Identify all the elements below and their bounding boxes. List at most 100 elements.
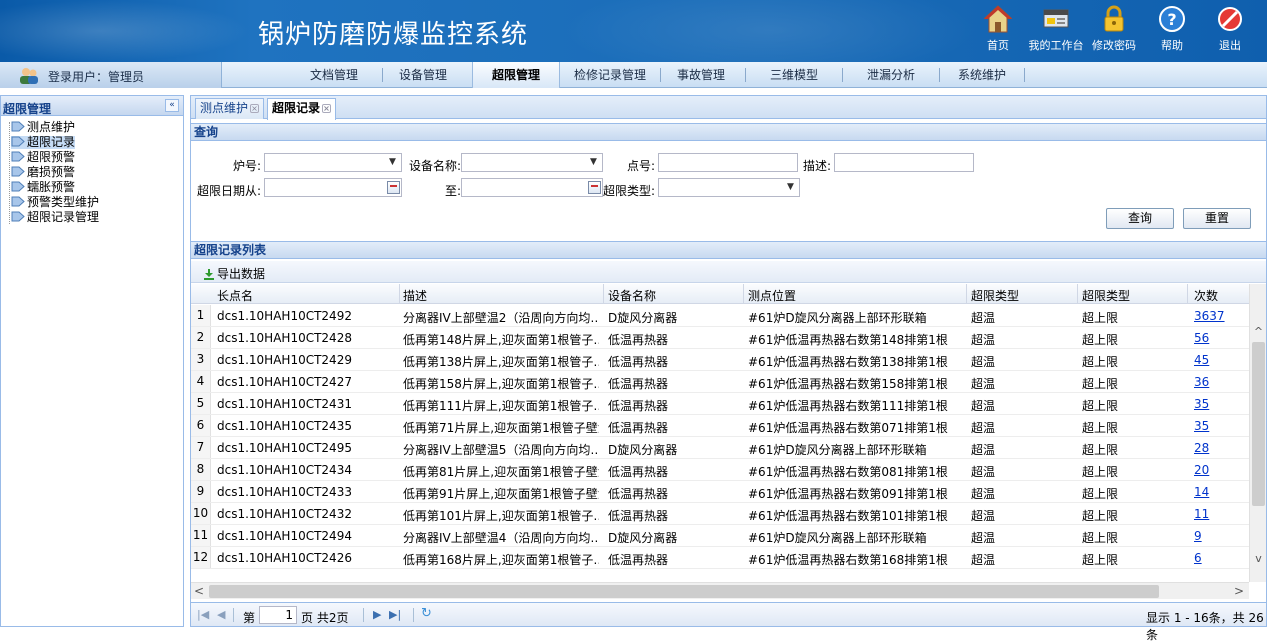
count-link[interactable]: 36 bbox=[1194, 375, 1209, 389]
overlimit-type-cell: 超温 bbox=[971, 509, 996, 523]
long-point-name-cell: dcs1.10HAH10CT2432 bbox=[217, 507, 352, 521]
nav-item-leak-analysis[interactable]: 泄漏分析 bbox=[843, 62, 939, 88]
nav-item-documents[interactable]: 文档管理 bbox=[286, 62, 382, 88]
type-select[interactable]: ▼ bbox=[658, 178, 800, 197]
chevron-down-icon[interactable]: ▼ bbox=[384, 154, 401, 171]
exit-button[interactable]: 退出 bbox=[1202, 4, 1258, 58]
point-label: 点号: bbox=[626, 159, 655, 173]
chevron-right-icon[interactable]: > bbox=[1231, 583, 1247, 600]
date-from-input[interactable] bbox=[264, 178, 402, 197]
table-row[interactable]: 12 dcs1.10HAH10CT2426 低再第168片屏上,迎灰面第1根管子… 低… bbox=[191, 547, 1249, 569]
sidebar-item-label: 测点维护 bbox=[27, 120, 76, 134]
calendar-icon[interactable] bbox=[387, 181, 400, 194]
change-password-label: 修改密码 bbox=[1092, 39, 1136, 52]
sidebar-item-record-management[interactable]: 超限记录管理 bbox=[11, 211, 99, 224]
tab-point-maintenance[interactable]: 测点维护 × bbox=[195, 98, 265, 119]
workbench-button[interactable]: 我的工作台 bbox=[1028, 4, 1084, 58]
date-to-input[interactable] bbox=[461, 178, 603, 197]
sidebar-item-wear-warning[interactable]: 磨损预警 bbox=[11, 166, 75, 179]
column-header[interactable]: 超限类型 bbox=[971, 287, 1019, 304]
scroll-thumb[interactable] bbox=[1252, 342, 1265, 506]
count-link[interactable]: 56 bbox=[1194, 331, 1209, 345]
device-name-cell: D旋风分离器 bbox=[608, 311, 678, 325]
column-header[interactable]: 测点位置 bbox=[748, 287, 796, 304]
user-icon bbox=[20, 68, 38, 84]
close-icon[interactable]: × bbox=[250, 104, 260, 113]
row-number: 4 bbox=[191, 371, 211, 392]
table-row[interactable]: 8 dcs1.10HAH10CT2434 低再第81片屏上,迎灰面第1根管子壁温 低温… bbox=[191, 459, 1249, 481]
chevron-down-icon[interactable]: ▼ bbox=[782, 179, 799, 196]
column-header[interactable]: 描述 bbox=[403, 287, 427, 304]
help-button[interactable]: ? 帮助 bbox=[1144, 4, 1200, 58]
chevron-down-icon[interactable]: v bbox=[1250, 551, 1266, 567]
column-header[interactable]: 长点名 bbox=[217, 287, 253, 304]
description-cell: 低再第91片屏上,迎灰面第1根管子壁温 bbox=[403, 487, 599, 501]
last-page-icon[interactable]: ▶| bbox=[389, 608, 401, 621]
table-row[interactable]: 6 dcs1.10HAH10CT2435 低再第71片屏上,迎灰面第1根管子壁温 低温… bbox=[191, 415, 1249, 437]
vertical-scrollbar[interactable]: ^ v bbox=[1249, 284, 1266, 582]
count-link[interactable]: 45 bbox=[1194, 353, 1209, 367]
count-link[interactable]: 9 bbox=[1194, 529, 1202, 543]
count-link[interactable]: 14 bbox=[1194, 485, 1209, 499]
change-password-button[interactable]: 修改密码 bbox=[1086, 4, 1142, 58]
column-header[interactable]: 超限类型 bbox=[1082, 287, 1130, 304]
nav-item-overlimit[interactable]: 超限管理 bbox=[472, 62, 560, 88]
furnace-select[interactable]: ▼ bbox=[264, 153, 402, 172]
row-number: 11 bbox=[191, 525, 211, 546]
table-row[interactable]: 9 dcs1.10HAH10CT2433 低再第91片屏上,迎灰面第1根管子壁温 低温… bbox=[191, 481, 1249, 503]
sidebar-item-point-maintenance[interactable]: 测点维护 bbox=[11, 121, 75, 134]
chevron-down-icon[interactable]: ▼ bbox=[585, 154, 602, 171]
count-link[interactable]: 11 bbox=[1194, 507, 1209, 521]
refresh-icon[interactable]: ↻ bbox=[421, 606, 432, 621]
desc-input[interactable] bbox=[834, 153, 974, 172]
reset-button[interactable]: 重置 bbox=[1183, 208, 1251, 229]
page-input[interactable]: 1 bbox=[259, 606, 297, 624]
chevron-left-icon[interactable]: < bbox=[191, 583, 207, 600]
count-link[interactable]: 3637 bbox=[1194, 309, 1225, 323]
collapse-sidebar-button[interactable]: « bbox=[165, 99, 179, 112]
column-header[interactable]: 设备名称 bbox=[608, 287, 656, 304]
sidebar-item-creep-warning[interactable]: 蠕胀预警 bbox=[11, 181, 75, 194]
column-header[interactable]: 次数 bbox=[1194, 287, 1218, 304]
sidebar-item-overlimit-records[interactable]: 超限记录 bbox=[11, 136, 76, 149]
sidebar-item-overlimit-warning[interactable]: 超限预警 bbox=[11, 151, 75, 164]
scroll-thumb[interactable] bbox=[209, 585, 1159, 598]
prev-page-icon[interactable]: ◀ bbox=[217, 608, 225, 621]
count-link[interactable]: 20 bbox=[1194, 463, 1209, 477]
chevron-up-icon[interactable]: ^ bbox=[1250, 324, 1266, 340]
table-row[interactable]: 10 dcs1.10HAH10CT2432 低再第101片屏上,迎灰面第1根管子… 低… bbox=[191, 503, 1249, 525]
close-icon[interactable]: × bbox=[322, 104, 332, 113]
column-divider bbox=[603, 284, 604, 304]
tab-overlimit-records[interactable]: 超限记录 × bbox=[267, 98, 337, 120]
table-row[interactable]: 5 dcs1.10HAH10CT2431 低再第111片屏上,迎灰面第1根管子… 低温… bbox=[191, 393, 1249, 415]
nav-item-maintenance[interactable]: 检修记录管理 bbox=[560, 62, 660, 88]
point-input[interactable] bbox=[658, 153, 798, 172]
export-label: 导出数据 bbox=[217, 267, 266, 281]
desc-label: 描述: bbox=[802, 159, 831, 173]
long-point-name-cell: dcs1.10HAH10CT2434 bbox=[217, 463, 352, 477]
nav-item-system[interactable]: 系统维护 bbox=[940, 62, 1024, 88]
nav-item-accidents[interactable]: 事故管理 bbox=[661, 62, 741, 88]
count-cell: 45 bbox=[1194, 353, 1244, 367]
nav-item-3d-model[interactable]: 三维模型 bbox=[746, 62, 842, 88]
next-page-icon[interactable]: ▶ bbox=[373, 608, 381, 621]
count-link[interactable]: 35 bbox=[1194, 397, 1209, 411]
table-row[interactable]: 7 dcs1.10HAH10CT2495 分离器IV上部壁温5（沿周向方向均… D旋风… bbox=[191, 437, 1249, 459]
count-link[interactable]: 35 bbox=[1194, 419, 1209, 433]
horizontal-scrollbar[interactable]: < > bbox=[191, 582, 1249, 599]
search-button[interactable]: 查询 bbox=[1106, 208, 1174, 229]
sidebar-item-warning-types[interactable]: 预警类型维护 bbox=[11, 196, 99, 209]
count-link[interactable]: 28 bbox=[1194, 441, 1209, 455]
export-button[interactable]: 导出数据 bbox=[203, 265, 265, 282]
home-button[interactable]: 首页 bbox=[970, 4, 1026, 58]
nav-item-equipment[interactable]: 设备管理 bbox=[383, 62, 463, 88]
table-row[interactable]: 3 dcs1.10HAH10CT2429 低再第138片屏上,迎灰面第1根管子… 低温… bbox=[191, 349, 1249, 371]
app-title: 锅炉防磨防爆监控系统 bbox=[258, 20, 529, 50]
device-select[interactable]: ▼ bbox=[461, 153, 603, 172]
first-page-icon[interactable]: |◀ bbox=[197, 608, 209, 621]
table-row[interactable]: 11 dcs1.10HAH10CT2494 分离器IV上部壁温4（沿周向方向均… D旋… bbox=[191, 525, 1249, 547]
table-row[interactable]: 1 dcs1.10HAH10CT2492 分离器IV上部壁温2（沿周向方向均… D旋风… bbox=[191, 305, 1249, 327]
table-row[interactable]: 4 dcs1.10HAH10CT2427 低再第158片屏上,迎灰面第1根管子… 低温… bbox=[191, 371, 1249, 393]
table-row[interactable]: 2 dcs1.10HAH10CT2428 低再第148片屏上,迎灰面第1根管子… 低温… bbox=[191, 327, 1249, 349]
count-link[interactable]: 6 bbox=[1194, 551, 1202, 565]
